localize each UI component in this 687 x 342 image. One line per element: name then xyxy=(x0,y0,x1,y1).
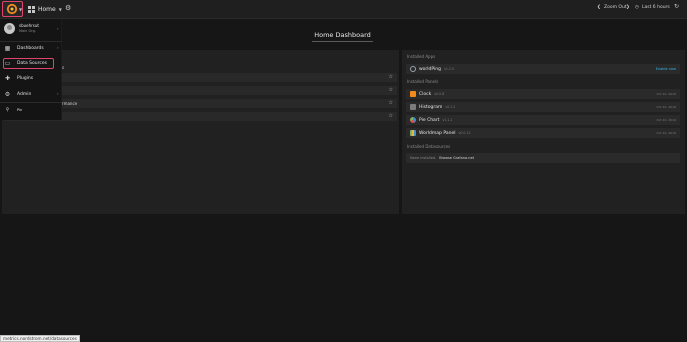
datasources-row: None installed. Browse Grafana.net xyxy=(406,153,680,163)
settings-gear-icon[interactable]: ⚙ xyxy=(65,4,71,12)
admin-icon: ⚙ xyxy=(4,91,11,98)
histogram-panel-icon xyxy=(410,104,416,110)
panel-row-clock[interactable]: Clock v0.0.8 Oct 10, 2016 xyxy=(406,89,680,99)
dashboards-icon: ▦ xyxy=(4,45,11,52)
user-name: sbuehrsut xyxy=(19,23,39,28)
sidebar-item-pin[interactable]: ⚲ Pin xyxy=(4,105,23,114)
plugins-icon: ✚ xyxy=(4,75,11,82)
sidebar-item-dashboards[interactable]: ▦ Dashboards xyxy=(4,44,44,53)
panel-version: v0.0.12 xyxy=(458,131,471,135)
refresh-icon[interactable]: ↻ xyxy=(674,3,679,10)
page-title: Home Dashboard xyxy=(312,31,373,42)
zoom-forward-icon[interactable]: ❯ xyxy=(626,5,630,10)
admin-chevron-icon: › xyxy=(57,91,59,96)
dashboard-row[interactable]: ☆ xyxy=(4,86,397,95)
home-label: Home xyxy=(38,6,56,13)
dashboard-grid-icon xyxy=(28,6,35,13)
sidebar-item-label: Dashboards xyxy=(17,46,44,51)
app-name: worldPing xyxy=(419,66,441,72)
pin-icon: ⚲ xyxy=(5,106,10,113)
star-icon[interactable]: ☆ xyxy=(389,87,393,93)
panel-row-histogram[interactable]: Histogram v0.1.2 Oct 10, 2016 xyxy=(406,102,680,112)
installed-panels-heading: Installed Panels xyxy=(407,79,439,84)
avatar xyxy=(4,23,15,34)
divider xyxy=(0,41,62,42)
star-icon[interactable]: ☆ xyxy=(389,74,393,80)
top-navbar: ▼ Home ▼ ⚙ ❮ Zoom Out ❯ ◷ Last 6 hours ↻ xyxy=(0,0,687,19)
sidebar-item-label: Plugins xyxy=(17,76,34,81)
panel-version: v1.1.1 xyxy=(442,118,453,122)
panel-name: Worldmap Panel xyxy=(419,130,456,136)
ds-none-message: None installed. xyxy=(410,156,437,160)
divider xyxy=(0,102,62,103)
panel-name: Histogram xyxy=(419,104,443,110)
installed-apps-heading: Installed Apps xyxy=(407,54,436,59)
clock-panel-icon xyxy=(410,91,416,97)
star-icon[interactable]: ☆ xyxy=(389,100,393,106)
sidebar-item-label: Pin xyxy=(17,107,23,112)
sidebar-item-admin[interactable]: ⚙ Admin xyxy=(4,90,32,99)
side-menu: sbuehrsut Main Org. › ▦ Dashboards › ▭ D… xyxy=(0,19,62,120)
enable-now-link[interactable]: Enable now xyxy=(656,67,676,71)
clock-icon: ◷ xyxy=(635,5,639,10)
panel-row-pie-chart[interactable]: Pie Chart v1.1.1 Oct 10, 2016 xyxy=(406,115,680,125)
data-sources-icon: ▭ xyxy=(4,60,11,67)
star-icon[interactable]: ☆ xyxy=(389,113,393,119)
sidebar-item-plugins[interactable]: ✚ Plugins xyxy=(4,74,33,83)
dashboard-row-label: rmance xyxy=(62,101,78,106)
panel-name: Pie Chart xyxy=(419,117,440,123)
zoom-back-icon[interactable]: ❮ xyxy=(597,5,601,10)
dashboard-row[interactable]: ☆ xyxy=(4,73,397,82)
installed-datasources-heading: Installed Datasources xyxy=(407,144,451,149)
pie-chart-panel-icon xyxy=(410,117,416,123)
home-caret-icon: ▼ xyxy=(58,7,62,12)
panel-date: Oct 10, 2016 xyxy=(656,118,677,122)
time-range-picker[interactable]: Last 6 hours xyxy=(642,5,670,10)
panel-version: v0.1.2 xyxy=(445,105,456,109)
browser-status-url: metrics.nordstrom.net/datasources xyxy=(0,335,80,342)
worldping-icon xyxy=(410,66,416,72)
app-version: v1.2.5 xyxy=(443,67,454,71)
browse-grafana-link[interactable]: Browse Grafana.net xyxy=(439,156,474,160)
user-chevron-icon: › xyxy=(57,26,59,31)
zoom-out-button[interactable]: Zoom Out xyxy=(604,5,627,10)
worldmap-panel-icon xyxy=(410,130,416,136)
logo-caret-icon: ▼ xyxy=(19,7,23,12)
dashboard-row[interactable]: ☆ xyxy=(4,112,397,121)
app-row-worldping[interactable]: worldPing v1.2.5 Enable now xyxy=(406,64,680,74)
home-dashboard-picker[interactable]: Home ▼ xyxy=(28,4,62,15)
sidebar-item-label: Data Sources xyxy=(17,61,47,66)
panel-date: Oct 10, 2016 xyxy=(656,131,677,135)
org-name: Main Org. xyxy=(19,29,36,33)
grafana-logo-icon xyxy=(6,3,18,15)
dashboards-chevron-icon: › xyxy=(57,45,59,50)
sidebar-item-label: Admin xyxy=(17,92,32,97)
sidebar-item-data-sources[interactable]: ▭ Data Sources xyxy=(4,59,47,68)
panel-version: v0.0.8 xyxy=(434,92,445,96)
panel-name: Clock xyxy=(419,91,432,97)
dashboard-row-label: s xyxy=(62,65,65,70)
grafana-logo-button[interactable]: ▼ xyxy=(2,1,23,17)
plugins-overview-panel: Installed Apps worldPing v1.2.5 Enable n… xyxy=(402,50,685,214)
panel-row-worldmap[interactable]: Worldmap Panel v0.0.12 Oct 10, 2016 xyxy=(406,128,680,138)
panel-date: Oct 10, 2016 xyxy=(656,92,677,96)
panel-date: Oct 10, 2016 xyxy=(656,105,677,109)
